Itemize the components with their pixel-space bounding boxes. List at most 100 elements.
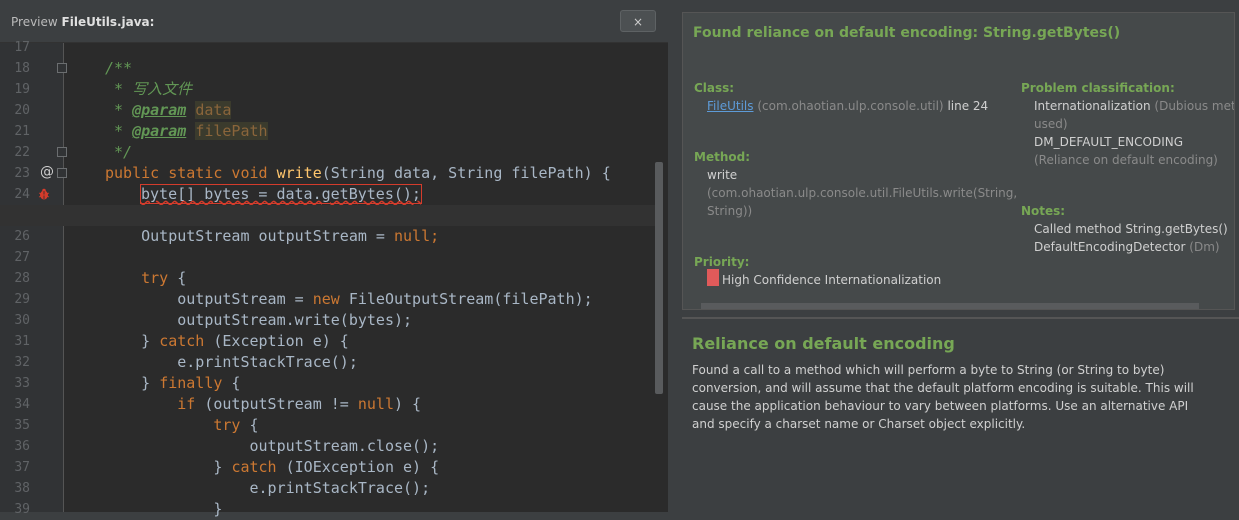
code-keyword: try [105, 416, 241, 434]
code-comment: * [105, 101, 133, 119]
description-title: Reliance on default encoding [692, 334, 955, 353]
code-keyword: new [312, 290, 340, 308]
code-text: ) { [394, 395, 422, 413]
note-item: Called method String.getBytes() [1034, 222, 1228, 236]
preview-title-prefix: Preview [11, 15, 58, 29]
close-button[interactable]: × [620, 10, 656, 32]
code-text: { [168, 269, 187, 287]
code-text: (String data, String filePath) { [321, 164, 611, 182]
class-label: Class: [694, 81, 735, 95]
problem-code-note: (Reliance on default encoding) [1034, 153, 1218, 167]
code-line: e.printStackTrace(); [0, 352, 655, 373]
code-line: OutputStream outputStream = null; [0, 226, 655, 247]
class-package: (com.ohaotian.ulp.console.util) [757, 99, 944, 113]
code-line: * @param filePath [0, 121, 655, 142]
note-item: DefaultEncodingDetector (Dm) [1034, 240, 1220, 254]
code-comment: */ [105, 143, 133, 161]
code-comment: * 写入文件 [105, 80, 193, 98]
code-line: outputStream.close(); [0, 436, 655, 457]
method-signature: (com.ohaotian.ulp.console.util.FileUtils… [707, 186, 1018, 200]
notes-label: Notes: [1021, 204, 1066, 218]
code-line: * @param data [0, 100, 655, 121]
code-text: FileOutputStream(filePath); [339, 290, 593, 308]
note-detector: DefaultEncodingDetector [1034, 240, 1186, 254]
code-text: outputStream.close(); [105, 437, 440, 455]
code-keyword: public static void [105, 164, 277, 182]
code-keyword: try [105, 269, 169, 287]
javadoc-param: data [195, 101, 232, 119]
code-keyword: catch [231, 458, 277, 476]
code-text: } [105, 500, 223, 518]
priority-label: Priority: [694, 255, 750, 269]
code-line: } [0, 499, 655, 520]
code-text: } [105, 458, 232, 476]
code-keyword: null [393, 227, 431, 245]
code-comment [186, 122, 195, 140]
method-label: Method: [694, 150, 750, 164]
javadoc-param: filePath [195, 122, 268, 140]
close-icon: × [632, 15, 644, 29]
class-link[interactable]: FileUtils [707, 99, 754, 113]
code-line: } catch (IOException e) { [0, 457, 655, 478]
preview-file-name: FileUtils.java: [61, 15, 155, 29]
problem-category: Internationalization [1034, 99, 1151, 113]
finding-title: Found reliance on default encoding: Stri… [693, 25, 1121, 41]
code-keyword: null [357, 395, 394, 413]
pane-splitter[interactable] [668, 0, 678, 512]
editor-vertical-scrollbar[interactable] [655, 162, 663, 394]
code-text: (IOException e) { [276, 458, 440, 476]
code-editor[interactable]: /** * 写入文件 * @param data * @param filePa… [0, 37, 655, 520]
code-text: (outputStream != [195, 395, 358, 413]
priority-swatch [707, 269, 719, 286]
code-comment [186, 101, 195, 119]
summary-horizontal-scrollbar[interactable] [701, 303, 1199, 309]
code-text: ; [430, 227, 440, 245]
code-comment: * [105, 122, 133, 140]
highlighted-bug-code[interactable]: byte[] bytes = data.getBytes(); [140, 184, 422, 204]
code-line: if (outputStream != null) { [0, 394, 655, 415]
code-text: } [105, 332, 160, 350]
note-detector-suffix: (Dm) [1189, 240, 1220, 254]
code-text: } [105, 374, 160, 392]
code-text: e.printStackTrace(); [105, 479, 431, 497]
code-line: byte[] bytes = data.getBytes(); [0, 184, 655, 205]
code-keyword: finally [159, 374, 223, 392]
code-line: outputStream.write(bytes); [0, 310, 655, 331]
class-value: FileUtils (com.ohaotian.ulp.console.util… [707, 99, 988, 113]
problem-category-note-cont: used) [1034, 117, 1068, 131]
javadoc-tag: @param [132, 101, 187, 119]
code-line: * 写入文件 [0, 79, 655, 100]
panel-divider[interactable] [682, 317, 1239, 319]
problem-category-note: (Dubious method [1154, 99, 1235, 113]
code-keyword: if [105, 395, 196, 413]
code-text: e.printStackTrace(); [105, 353, 358, 371]
code-line: } catch (Exception e) { [0, 331, 655, 352]
code-text: outputStream = [105, 290, 313, 308]
preview-title: Preview FileUtils.java: [11, 15, 154, 29]
bug-details-pane: Found reliance on default encoding: Stri… [678, 0, 1239, 512]
code-text: { [240, 416, 259, 434]
method-name: write [707, 168, 738, 182]
code-line: */ [0, 142, 655, 163]
bug-summary-panel: Found reliance on default encoding: Stri… [682, 12, 1235, 310]
code-keyword: catch [159, 332, 205, 350]
description-body: Found a call to a method which will perf… [692, 363, 1194, 431]
problem-code: DM_DEFAULT_ENCODING [1034, 135, 1184, 149]
code-comment: /** [105, 59, 133, 77]
javadoc-tag: @param [132, 122, 187, 140]
code-text: outputStream.write(bytes); [105, 311, 413, 329]
code-line: try { [0, 415, 655, 436]
problem-item: Internationalization (Dubious method [1034, 99, 1235, 113]
code-text: OutputStream outputStream = [105, 227, 394, 245]
code-text: { [222, 374, 241, 392]
method-name: write [276, 164, 322, 182]
code-line: e.printStackTrace(); [0, 478, 655, 499]
code-line-current [0, 205, 655, 226]
code-line: public static void write(String data, St… [0, 163, 655, 184]
code-line: try { [0, 268, 655, 289]
code-text: (Exception e) { [204, 332, 349, 350]
preview-pane: Preview FileUtils.java: × 17 18 19 20 21… [0, 0, 668, 518]
problem-classification-label: Problem classification: [1021, 81, 1175, 95]
